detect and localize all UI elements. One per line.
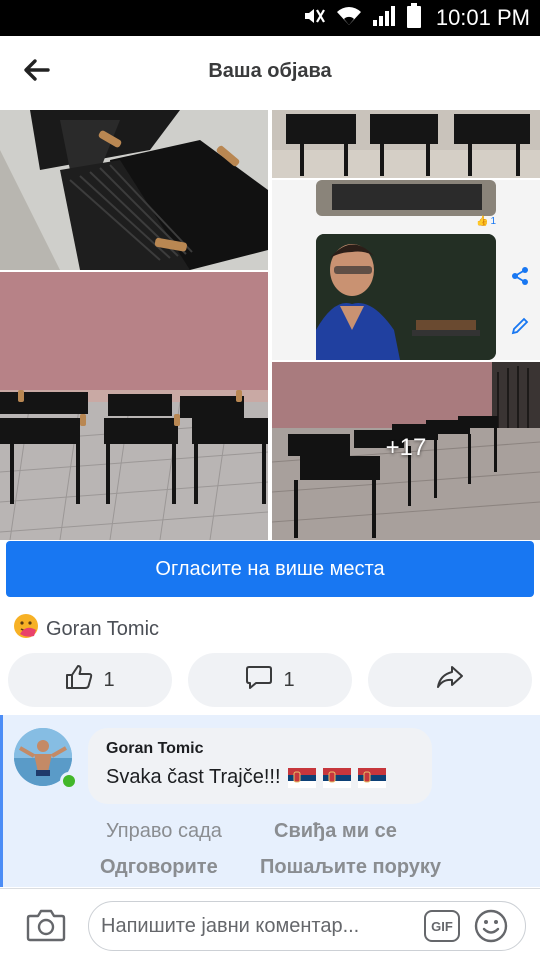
serbia-flag-icon <box>287 767 316 788</box>
photo-grill-row-top[interactable] <box>272 110 540 178</box>
comment-count: 1 <box>283 668 295 691</box>
comment-timestamp: Управо сада <box>106 820 222 842</box>
camera-icon[interactable] <box>26 907 66 943</box>
reactions-summary[interactable]: Goran Tomic <box>12 614 159 644</box>
share-button[interactable] <box>368 653 532 707</box>
photo-chat-screenshot[interactable]: 👍 1 <box>272 180 540 360</box>
comment-input[interactable] <box>88 901 526 951</box>
photo-grills-pink-wall[interactable] <box>0 272 268 540</box>
online-indicator <box>60 772 78 790</box>
comment-button[interactable]: 1 <box>188 653 352 707</box>
comment-author[interactable]: Goran Tomic <box>106 740 204 758</box>
comment-like-link[interactable]: Свиђа ми се <box>274 820 397 843</box>
gif-button[interactable]: GIF <box>424 910 460 942</box>
edit-icon[interactable] <box>510 316 530 336</box>
mute-icon <box>302 5 326 32</box>
comment-text: Svaka čast Trajče!!! <box>106 766 281 788</box>
photo-more-grills[interactable]: +17 <box>272 362 540 540</box>
status-icons: 10:01 PM <box>302 2 530 34</box>
share-icon[interactable] <box>510 266 530 286</box>
comment-highlight-bar <box>0 715 3 887</box>
more-photos-count[interactable]: +17 <box>272 362 540 540</box>
comment-composer: GIF <box>0 888 540 960</box>
page-title: Ваша објава <box>208 60 332 82</box>
reactor-name: Goran Tomic <box>46 617 160 640</box>
status-bar: 10:01 PM <box>0 0 540 36</box>
serbia-flag-icon <box>357 767 386 788</box>
comment-bubble-icon <box>245 664 273 696</box>
share-arrow-icon <box>436 665 464 695</box>
photo-grill-closeup[interactable] <box>0 110 268 270</box>
app-bar: Ваша објава <box>0 36 540 108</box>
smiley-icon[interactable] <box>474 909 508 943</box>
status-time: 10:01 PM <box>435 5 530 30</box>
small-like-count: 👍 1 <box>476 216 497 227</box>
comment-bubble[interactable]: Goran Tomic Svaka čast Trajče!!! <box>88 728 432 804</box>
battery-icon <box>406 2 422 34</box>
comment-body: Svaka čast Trajče!!! <box>106 766 386 789</box>
thumbs-up-icon: 👍 <box>476 216 489 227</box>
signal-icon <box>372 5 396 32</box>
serbia-flag-icon <box>322 767 351 788</box>
like-button[interactable]: 1 <box>8 653 172 707</box>
care-emoji-icon <box>12 612 40 646</box>
thumbs-up-outline-icon <box>65 664 93 696</box>
comment-reply-link[interactable]: Одговорите <box>100 856 218 879</box>
wifi-icon <box>336 5 362 32</box>
like-count: 1 <box>103 668 115 691</box>
promote-button[interactable]: Огласите на више места <box>6 541 534 597</box>
send-message-link[interactable]: Пошаљите поруку <box>260 856 441 879</box>
